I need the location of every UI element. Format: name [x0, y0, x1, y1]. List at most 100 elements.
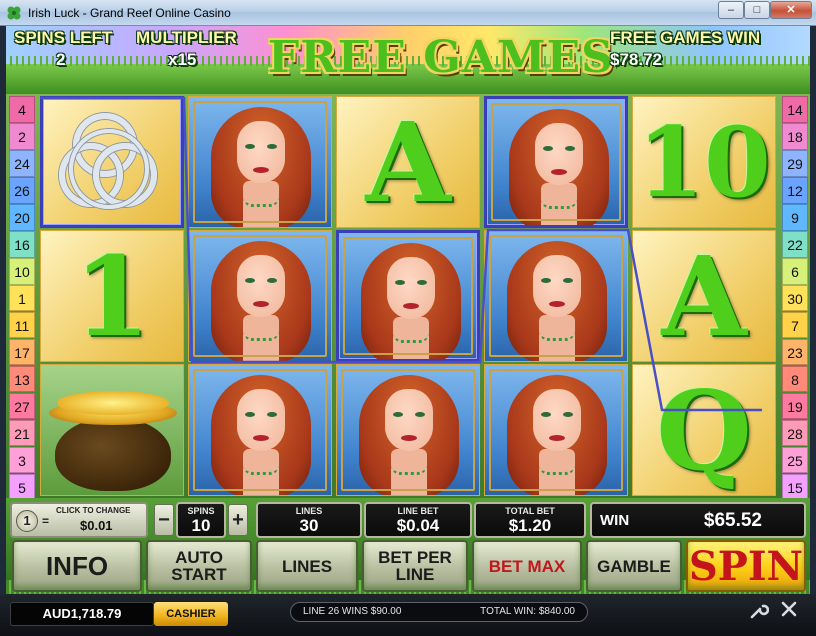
lines-value: 30 — [299, 516, 319, 535]
lines-label: LINES — [295, 506, 323, 516]
lines-button[interactable]: LINES — [256, 540, 358, 592]
coin-value-selector[interactable]: 1 = CLICK TO CHANGE $0.01 — [10, 502, 148, 538]
symbol-lady — [188, 364, 332, 496]
payline-number[interactable]: 1 — [9, 284, 35, 312]
coin-value: $0.01 — [80, 518, 113, 533]
symbol-a: A — [336, 96, 480, 228]
spins-increase-button[interactable]: + — [228, 504, 248, 536]
symbol-glyph: 1 — [73, 231, 151, 361]
payline-number[interactable]: 20 — [9, 203, 35, 231]
click-to-change-label: CLICK TO CHANGE — [56, 506, 131, 515]
payline-number[interactable]: 25 — [782, 446, 808, 474]
symbol-lady — [336, 230, 480, 362]
symbol-glyph: 10 — [637, 105, 771, 219]
free-games-banner: SPINS LEFT 2 MULTIPLIER x15 FREE GAMES F… — [6, 26, 810, 94]
coin-equals: = — [42, 514, 50, 528]
payline-number[interactable]: 24 — [9, 149, 35, 177]
payline-numbers-left: 4 2 24 26 20 16 10 1 11 17 13 27 21 3 5 — [9, 96, 35, 501]
coin-icon: 1 — [16, 510, 38, 532]
payline-number[interactable]: 2 — [9, 122, 35, 150]
win-label: WIN — [600, 512, 630, 529]
spins-value: 10 — [191, 516, 211, 535]
symbol-lady — [188, 230, 332, 362]
spin-button[interactable]: SPIN — [686, 540, 806, 592]
total-win-message: TOTAL WIN: $840.00 — [480, 606, 575, 617]
payline-number[interactable]: 10 — [9, 257, 35, 285]
symbol-lady — [484, 230, 628, 362]
payline-number[interactable]: 3 — [9, 446, 35, 474]
total-bet-label: TOTAL BET — [505, 506, 555, 516]
symbol-lady — [336, 364, 480, 496]
symbol-10: 10 — [632, 96, 776, 228]
payline-number[interactable]: 26 — [9, 176, 35, 204]
payline-number[interactable]: 15 — [782, 473, 808, 501]
wrench-icon[interactable] — [748, 600, 770, 622]
maximize-button[interactable]: □ — [744, 1, 770, 19]
bet-per-line-button[interactable]: BET PER LINE — [362, 540, 468, 592]
payline-number[interactable]: 16 — [9, 230, 35, 258]
info-button[interactable]: INFO — [12, 540, 142, 592]
clover-app-icon — [7, 6, 21, 20]
payline-number[interactable]: 14 — [782, 96, 808, 123]
symbol-glyph: A — [365, 97, 451, 227]
win-message-box: LINE 26 WINS $90.00 TOTAL WIN: $840.00 — [290, 602, 588, 622]
win-value: $65.52 — [703, 510, 762, 531]
window-title: Irish Luck - Grand Reef Online Casino — [28, 6, 231, 20]
symbol-1: 1 — [40, 230, 184, 362]
symbol-lady — [188, 96, 332, 228]
spins-left-label: SPINS LEFT — [14, 28, 113, 47]
symbol-glyph: Q — [656, 365, 752, 495]
total-bet-box: TOTAL BET $1.20 — [474, 502, 586, 538]
bet-max-button[interactable]: BET MAX — [472, 540, 582, 592]
symbol-a: A — [632, 230, 776, 362]
payline-number[interactable]: 12 — [782, 176, 808, 204]
balance-display: AUD1,718.79 — [10, 602, 154, 626]
symbol-lady — [484, 96, 628, 228]
line-bet-label: LINE BET — [397, 506, 439, 516]
symbol-celtic-knot — [40, 96, 184, 228]
spins-box: SPINS 10 — [176, 502, 226, 538]
symbol-glyph: A — [661, 231, 747, 361]
win-box: WIN $65.52 — [590, 502, 806, 538]
reel-grid: 1 A 10 A Q — [40, 96, 778, 496]
autostart-button[interactable]: AUTO START — [146, 540, 252, 592]
payline-number[interactable]: 8 — [782, 365, 808, 393]
payline-number[interactable]: 23 — [782, 338, 808, 366]
gamble-button[interactable]: GAMBLE — [586, 540, 682, 592]
total-bet-value: $1.20 — [508, 516, 552, 535]
line-bet-box: LINE BET $0.04 — [364, 502, 472, 538]
spins-decrease-button[interactable]: − — [154, 504, 174, 536]
payline-number[interactable]: 29 — [782, 149, 808, 177]
payline-numbers-right: 14 18 29 12 9 22 6 30 7 23 8 19 28 25 15 — [782, 96, 808, 501]
payline-number[interactable]: 27 — [9, 392, 35, 420]
payline-number[interactable]: 4 — [9, 96, 35, 123]
free-games-win-label: FREE GAMES WIN — [610, 28, 761, 47]
payline-number[interactable]: 19 — [782, 392, 808, 420]
payline-number[interactable]: 21 — [9, 419, 35, 447]
cashier-button[interactable]: CASHIER — [154, 602, 228, 626]
close-window-button[interactable]: ✕ — [770, 1, 812, 19]
payline-number[interactable]: 5 — [9, 473, 35, 501]
close-icon[interactable] — [778, 600, 800, 622]
multiplier-value: x15 — [168, 50, 197, 69]
line-bet-value: $0.04 — [396, 516, 440, 535]
symbol-lady — [484, 364, 628, 496]
payline-number[interactable]: 28 — [782, 419, 808, 447]
lines-box: LINES 30 — [256, 502, 362, 538]
spins-label: SPINS — [187, 506, 215, 516]
multiplier-label: MULTIPLIER — [136, 28, 237, 47]
payline-number[interactable]: 17 — [9, 338, 35, 366]
payline-number[interactable]: 30 — [782, 284, 808, 312]
payline-number[interactable]: 13 — [9, 365, 35, 393]
minimize-button[interactable]: – — [718, 1, 744, 19]
line-win-message: LINE 26 WINS $90.00 — [303, 606, 402, 617]
symbol-q: Q — [632, 364, 776, 496]
payline-number[interactable]: 7 — [782, 311, 808, 339]
payline-number[interactable]: 9 — [782, 203, 808, 231]
payline-number[interactable]: 22 — [782, 230, 808, 258]
payline-number[interactable]: 18 — [782, 122, 808, 150]
spins-left-value: 2 — [56, 50, 66, 69]
free-games-title: FREE GAMES — [268, 32, 614, 83]
payline-number[interactable]: 6 — [782, 257, 808, 285]
payline-number[interactable]: 11 — [9, 311, 35, 339]
